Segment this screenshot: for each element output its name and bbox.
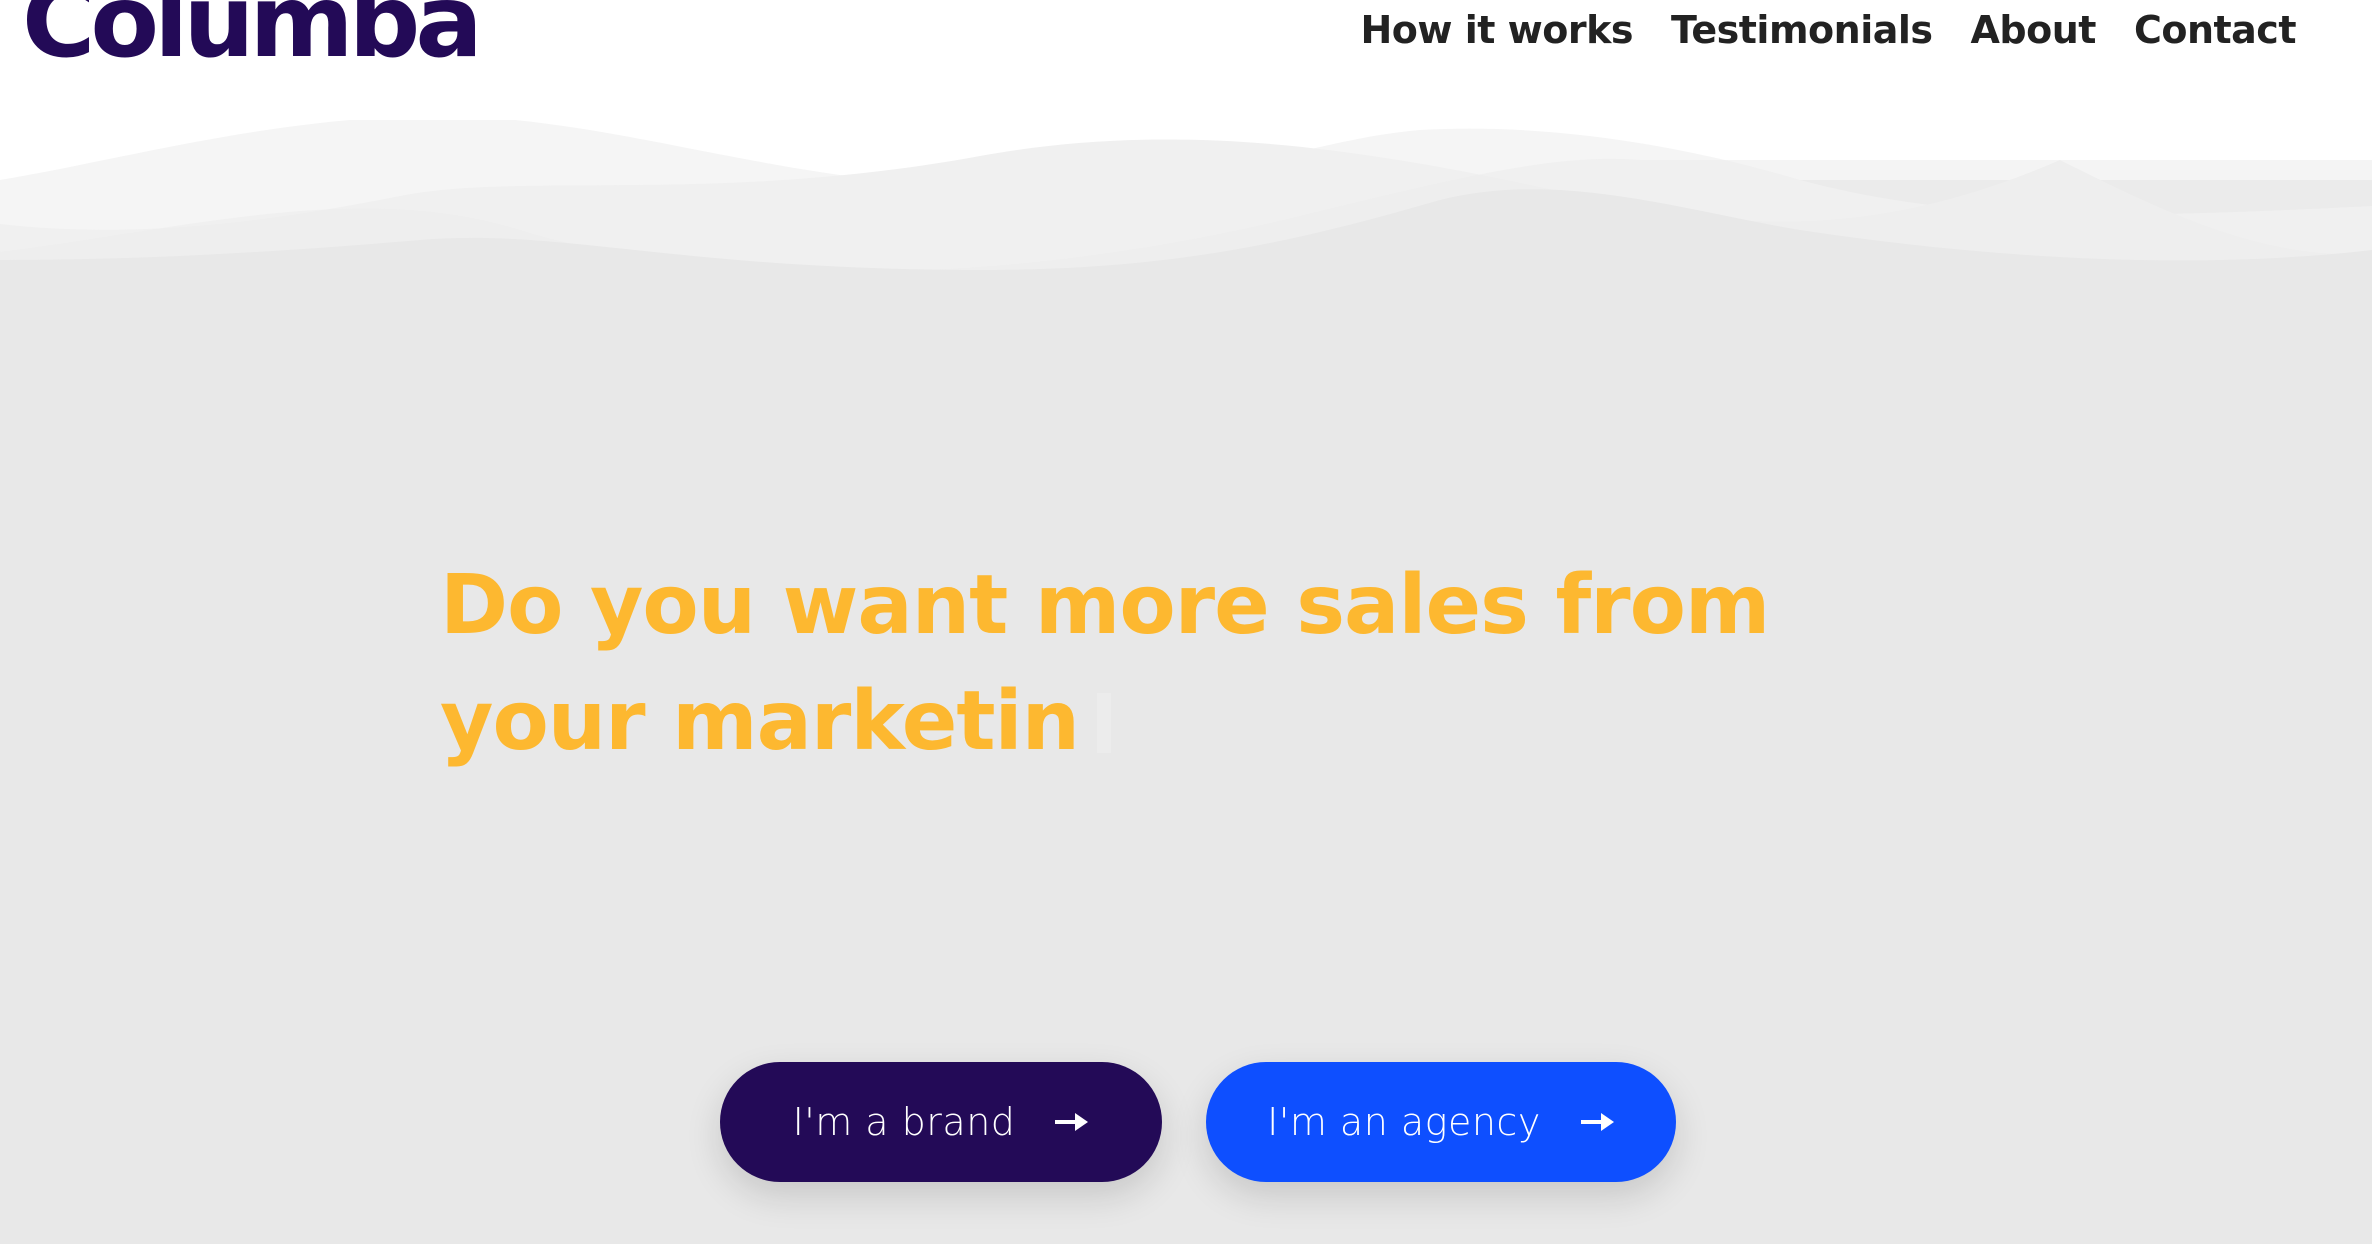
nav-about[interactable]: About [1971, 8, 2097, 52]
columba-logo[interactable]: Columba [22, 0, 483, 72]
headline-line-2: your marketin [440, 664, 1820, 780]
arrow-right-icon [1055, 1113, 1089, 1131]
hero-headline: Do you want more sales from your marketi… [440, 548, 1820, 780]
typing-cursor [1097, 693, 1111, 753]
headline-line-2-text: your marketin [440, 674, 1080, 769]
nav-testimonials[interactable]: Testimonials [1671, 8, 1933, 52]
landing-page: Columba How it works Testimonials About … [0, 0, 2372, 1244]
nav-how-it-works[interactable]: How it works [1360, 8, 1633, 52]
headline-line-1: Do you want more sales from [440, 558, 1770, 653]
brand-button[interactable]: I'm a brand [720, 1062, 1162, 1182]
arrow-right-icon [1580, 1113, 1614, 1131]
agency-button-label: I'm an agency [1267, 1100, 1541, 1144]
agency-button[interactable]: I'm an agency [1206, 1062, 1676, 1182]
decorative-waves [0, 120, 2372, 440]
main-nav: How it works Testimonials About Contact [1360, 8, 2296, 52]
nav-contact[interactable]: Contact [2134, 8, 2297, 52]
brand-button-label: I'm a brand [792, 1100, 1016, 1144]
